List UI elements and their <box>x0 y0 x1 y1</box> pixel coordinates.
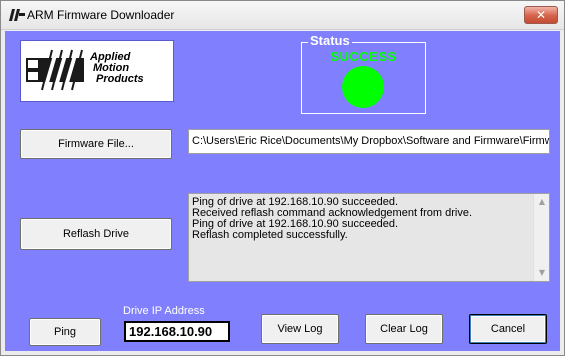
log-lines: Ping of drive at 192.168.10.90 succeeded… <box>192 197 532 241</box>
ping-button[interactable]: Ping <box>29 318 101 346</box>
view-log-button[interactable]: View Log <box>261 314 339 344</box>
status-text: SUCCESS <box>330 49 397 64</box>
status-group: Status SUCCESS <box>301 33 426 114</box>
title-bar[interactable]: ARM Firmware Downloader ✕ <box>1 1 564 30</box>
app-window: ARM Firmware Downloader ✕ Applied Motion… <box>0 0 565 356</box>
log-scrollbar[interactable]: ▲ ▼ <box>533 194 549 281</box>
scroll-down-icon[interactable]: ▼ <box>534 265 550 281</box>
log-line: Reflash completed successfully. <box>192 229 348 241</box>
arm-chip-icon <box>9 8 25 22</box>
scroll-up-icon[interactable]: ▲ <box>534 194 550 210</box>
close-icon: ✕ <box>535 8 547 22</box>
main-panel: Applied Motion Products Status SUCCESS F… <box>5 31 560 351</box>
window-title: ARM Firmware Downloader <box>27 8 175 22</box>
status-title: Status <box>308 33 352 48</box>
drive-ip-label: Drive IP Address <box>123 305 205 317</box>
status-indicator-light <box>342 66 384 108</box>
company-logo: Applied Motion Products <box>20 40 174 102</box>
firmware-file-button[interactable]: Firmware File... <box>20 129 172 159</box>
clear-log-button[interactable]: Clear Log <box>365 314 443 344</box>
drive-ip-input[interactable]: 192.168.10.90 <box>124 321 230 342</box>
firmware-path-field[interactable]: C:\Users\Eric Rice\Documents\My Dropbox\… <box>188 129 550 154</box>
close-button[interactable]: ✕ <box>524 6 558 24</box>
reflash-drive-button[interactable]: Reflash Drive <box>20 218 172 250</box>
log-textbox[interactable]: Ping of drive at 192.168.10.90 succeeded… <box>188 193 550 282</box>
cancel-button[interactable]: Cancel <box>469 314 547 344</box>
logo-line-products: Products <box>96 73 144 85</box>
